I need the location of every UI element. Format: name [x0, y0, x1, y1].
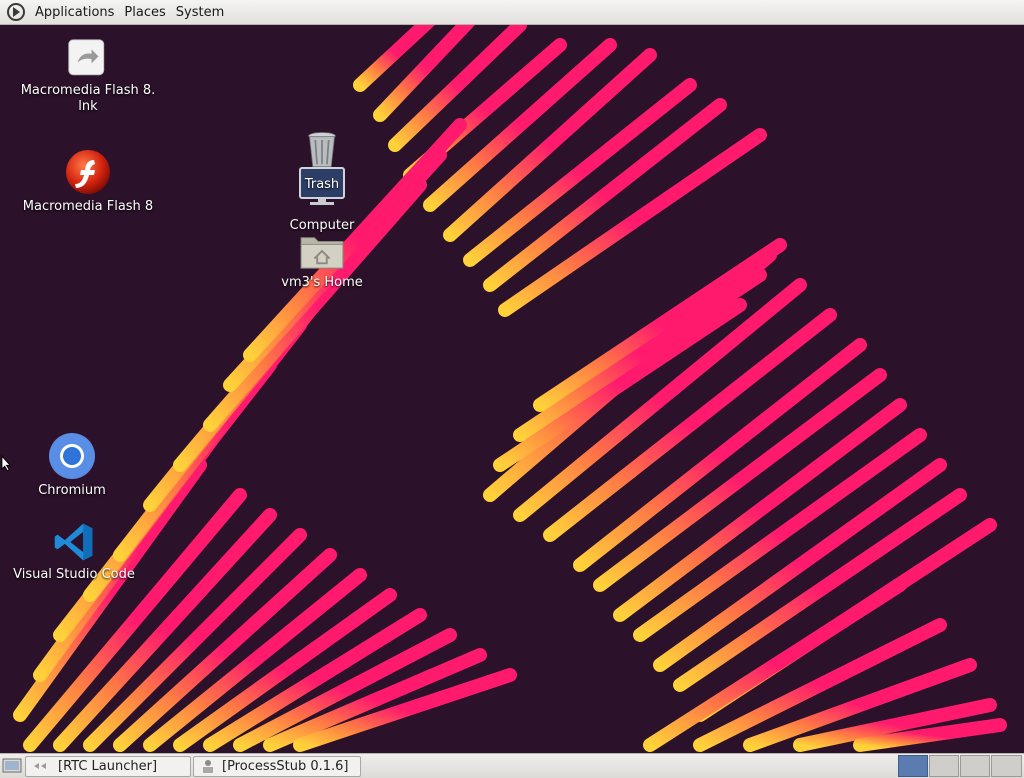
window-app-icon: [34, 763, 46, 769]
bottom-panel: [RTC Launcher] [ProcessStub 0.1.6]: [0, 753, 1024, 778]
flash-icon: [66, 150, 110, 194]
system-menu[interactable]: System: [171, 0, 229, 25]
workspace-3[interactable]: [960, 755, 990, 777]
desktop-icon-label: Macromedia Flash 8. lnk: [20, 83, 156, 114]
desktop-icon-chromium[interactable]: Chromium: [12, 432, 132, 499]
workspace-1[interactable]: [898, 755, 928, 777]
desktop-icon-flash[interactable]: Macromedia Flash 8: [20, 148, 156, 215]
distro-logo-icon[interactable]: [6, 2, 26, 22]
chromium-icon: [49, 433, 95, 479]
desktop-icon-label: Visual Studio Code: [13, 567, 135, 582]
vscode-icon: [54, 523, 93, 561]
taskbar-window-label: [RTC Launcher]: [58, 758, 158, 774]
taskbar-window-rtc-launcher[interactable]: [RTC Launcher]: [25, 755, 191, 777]
desktop-icon-flash-lnk[interactable]: Macromedia Flash 8. lnk: [20, 38, 156, 115]
desktop-icon-computer[interactable]: Trash Computer: [282, 166, 362, 234]
trash-icon: [308, 132, 336, 168]
home-folder-icon: [300, 237, 344, 269]
applications-menu[interactable]: Applications: [30, 0, 119, 25]
mouse-pointer-icon: [1, 455, 12, 472]
trash-label: Trash: [304, 177, 340, 192]
desktop-icon-label: Chromium: [38, 483, 106, 498]
desktop-wallpaper: [0, 25, 1024, 753]
places-menu[interactable]: Places: [119, 0, 170, 25]
desktop-icon-home[interactable]: vm3's Home: [262, 232, 382, 291]
top-panel: Applications Places System: [0, 0, 1024, 25]
show-desktop-icon[interactable]: [1, 756, 23, 776]
shortcut-file-icon: [68, 39, 105, 76]
taskbar-window-label: [ProcessStub 0.1.6]: [222, 758, 349, 774]
desktop-icon-label: Macromedia Flash 8: [22, 199, 154, 214]
workspace-2[interactable]: [929, 755, 959, 777]
window-app-icon: [203, 760, 213, 773]
desktop-icon-vscode[interactable]: Visual Studio Code: [4, 520, 144, 583]
desktop-icon-label: vm3's Home: [281, 275, 363, 290]
taskbar-window-processstub[interactable]: [ProcessStub 0.1.6]: [193, 755, 361, 777]
workspace-4[interactable]: [991, 755, 1022, 777]
